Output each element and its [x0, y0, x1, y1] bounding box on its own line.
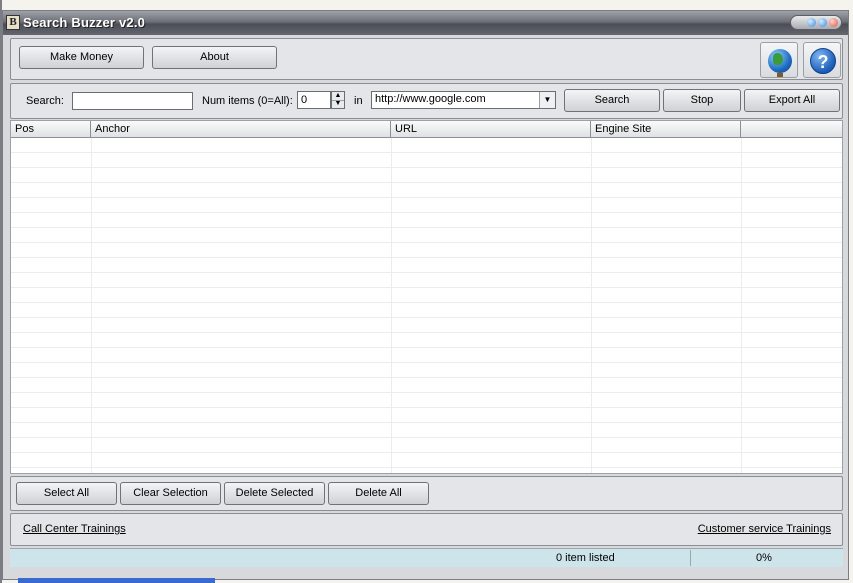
globe-icon — [768, 49, 792, 77]
num-items-stepper[interactable]: ▲ ▼ — [331, 91, 345, 109]
column-divider — [741, 138, 742, 473]
status-bar: 0 item listed 0% — [10, 548, 843, 567]
column-header-pos[interactable]: Pos — [11, 121, 91, 138]
column-divider — [591, 138, 592, 473]
column-header-engine-site[interactable]: Engine Site — [591, 121, 741, 138]
app-icon: B — [6, 15, 20, 30]
item-count-status: 0 item listed — [556, 552, 615, 564]
column-header-extra[interactable] — [741, 121, 842, 138]
search-panel: Search: Num items (0=All): ▲ ▼ in http:/… — [10, 83, 843, 119]
column-header-url[interactable]: URL — [391, 121, 591, 138]
top-toolbar: Make Money About ? — [10, 38, 843, 80]
stepper-down-icon[interactable]: ▼ — [332, 100, 344, 108]
actions-panel: Select All Clear Selection Delete Select… — [10, 476, 843, 511]
call-center-trainings-link[interactable]: Call Center Trainings — [23, 523, 126, 535]
engine-select-value: http://www.google.com — [375, 93, 486, 105]
window-controls — [790, 15, 842, 30]
customer-service-trainings-link[interactable]: Customer service Trainings — [698, 523, 831, 535]
column-header-anchor[interactable]: Anchor — [91, 121, 391, 138]
clear-selection-button[interactable]: Clear Selection — [120, 482, 221, 505]
taskbar-fragment — [18, 578, 215, 583]
column-divider — [91, 138, 92, 473]
search-label: Search: — [26, 95, 64, 107]
delete-all-button[interactable]: Delete All — [328, 482, 429, 505]
help-button[interactable]: ? — [803, 42, 841, 78]
export-all-button[interactable]: Export All — [744, 89, 840, 112]
help-icon: ? — [810, 48, 836, 74]
select-all-button[interactable]: Select All — [16, 482, 117, 505]
num-items-input[interactable] — [297, 91, 331, 109]
status-divider — [690, 550, 691, 566]
app-window: B Search Buzzer v2.0 Make Money About ? … — [2, 10, 849, 580]
minimize-icon[interactable] — [807, 18, 816, 27]
num-items-label: Num items (0=All): — [202, 95, 293, 107]
about-button[interactable]: About — [152, 46, 277, 69]
table-body[interactable] — [11, 138, 842, 473]
stop-button[interactable]: Stop — [663, 89, 741, 112]
close-icon[interactable] — [829, 18, 838, 27]
maximize-icon[interactable] — [818, 18, 827, 27]
engine-select[interactable]: http://www.google.com ▼ — [371, 91, 556, 109]
make-money-button[interactable]: Make Money — [19, 46, 144, 69]
title-bar[interactable]: B Search Buzzer v2.0 — [3, 11, 848, 35]
globe-button[interactable] — [760, 42, 798, 78]
column-divider — [391, 138, 392, 473]
results-table[interactable]: Pos Anchor URL Engine Site — [10, 120, 843, 474]
in-label: in — [354, 95, 363, 107]
search-input[interactable] — [72, 92, 193, 110]
chevron-down-icon[interactable]: ▼ — [539, 92, 555, 108]
window-title: Search Buzzer v2.0 — [23, 15, 146, 30]
links-panel: Call Center Trainings Customer service T… — [10, 513, 843, 546]
delete-selected-button[interactable]: Delete Selected — [224, 482, 325, 505]
progress-status: 0% — [756, 552, 772, 564]
search-button[interactable]: Search — [564, 89, 660, 112]
